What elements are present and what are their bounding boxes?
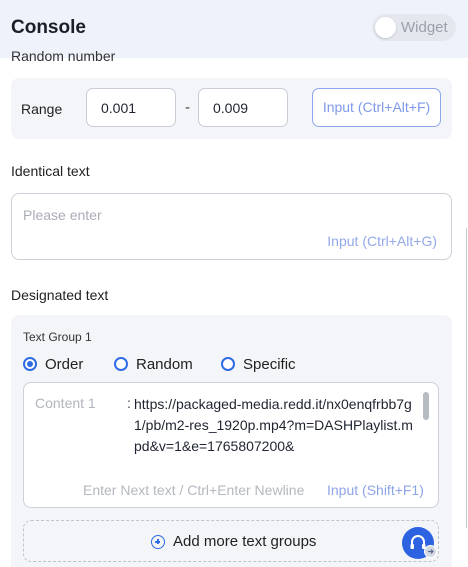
- widget-toggle-label: Widget: [401, 19, 448, 36]
- content-label: Content 1: [35, 395, 96, 411]
- range-card: Range 0.001 - 0.009 Input (Ctrl+Alt+F): [11, 78, 452, 139]
- range-input-button[interactable]: Input (Ctrl+Alt+F): [312, 88, 441, 127]
- next-text-hint: Enter Next text / Ctrl+Enter Newline: [83, 482, 305, 498]
- random-number-label: Random number: [11, 48, 116, 64]
- mode-radio-label: Order: [45, 356, 84, 373]
- mode-radio-label: Specific: [243, 356, 296, 373]
- range-label: Range: [21, 101, 63, 117]
- radio-unselected-icon: [114, 357, 128, 371]
- add-text-group-button[interactable]: Add more text groups: [23, 520, 439, 562]
- content-input-button[interactable]: Input (Shift+F1): [327, 482, 424, 498]
- plus-circle-icon: [151, 535, 165, 549]
- arrow-right-icon: [428, 549, 434, 554]
- text-group-card: Text Group 1 Order Random Specific Conte…: [11, 315, 452, 567]
- radio-selected-icon: [23, 357, 37, 371]
- widget-toggle[interactable]: Widget: [372, 14, 456, 41]
- identical-text-input-button[interactable]: Input (Ctrl+Alt+G): [327, 233, 437, 249]
- range-min-input[interactable]: 0.001: [86, 88, 176, 127]
- identical-text-input[interactable]: Please enter Input (Ctrl+Alt+G): [11, 193, 452, 260]
- toggle-knob: [375, 17, 396, 38]
- add-text-group-label: Add more text groups: [173, 533, 317, 550]
- radio-unselected-icon: [221, 357, 235, 371]
- page-scrollbar[interactable]: [466, 228, 467, 528]
- text-group-title: Text Group 1: [23, 330, 92, 344]
- range-max-input[interactable]: 0.009: [198, 88, 288, 127]
- designated-text-label: Designated text: [11, 287, 109, 303]
- identical-text-placeholder: Please enter: [23, 207, 102, 223]
- content-scrollbar[interactable]: [423, 392, 429, 420]
- content-textarea[interactable]: Content 1 : https://packaged-media.redd.…: [23, 382, 439, 508]
- mode-radio-label: Random: [136, 356, 193, 373]
- content-value[interactable]: https://packaged-media.redd.it/nx0enqfrb…: [134, 394, 414, 457]
- page-title: Console: [11, 17, 86, 38]
- range-separator: -: [185, 99, 190, 116]
- content-colon: :: [127, 395, 131, 411]
- identical-text-label: Identical text: [11, 163, 90, 179]
- arrow-right-circle-icon[interactable]: [424, 545, 437, 558]
